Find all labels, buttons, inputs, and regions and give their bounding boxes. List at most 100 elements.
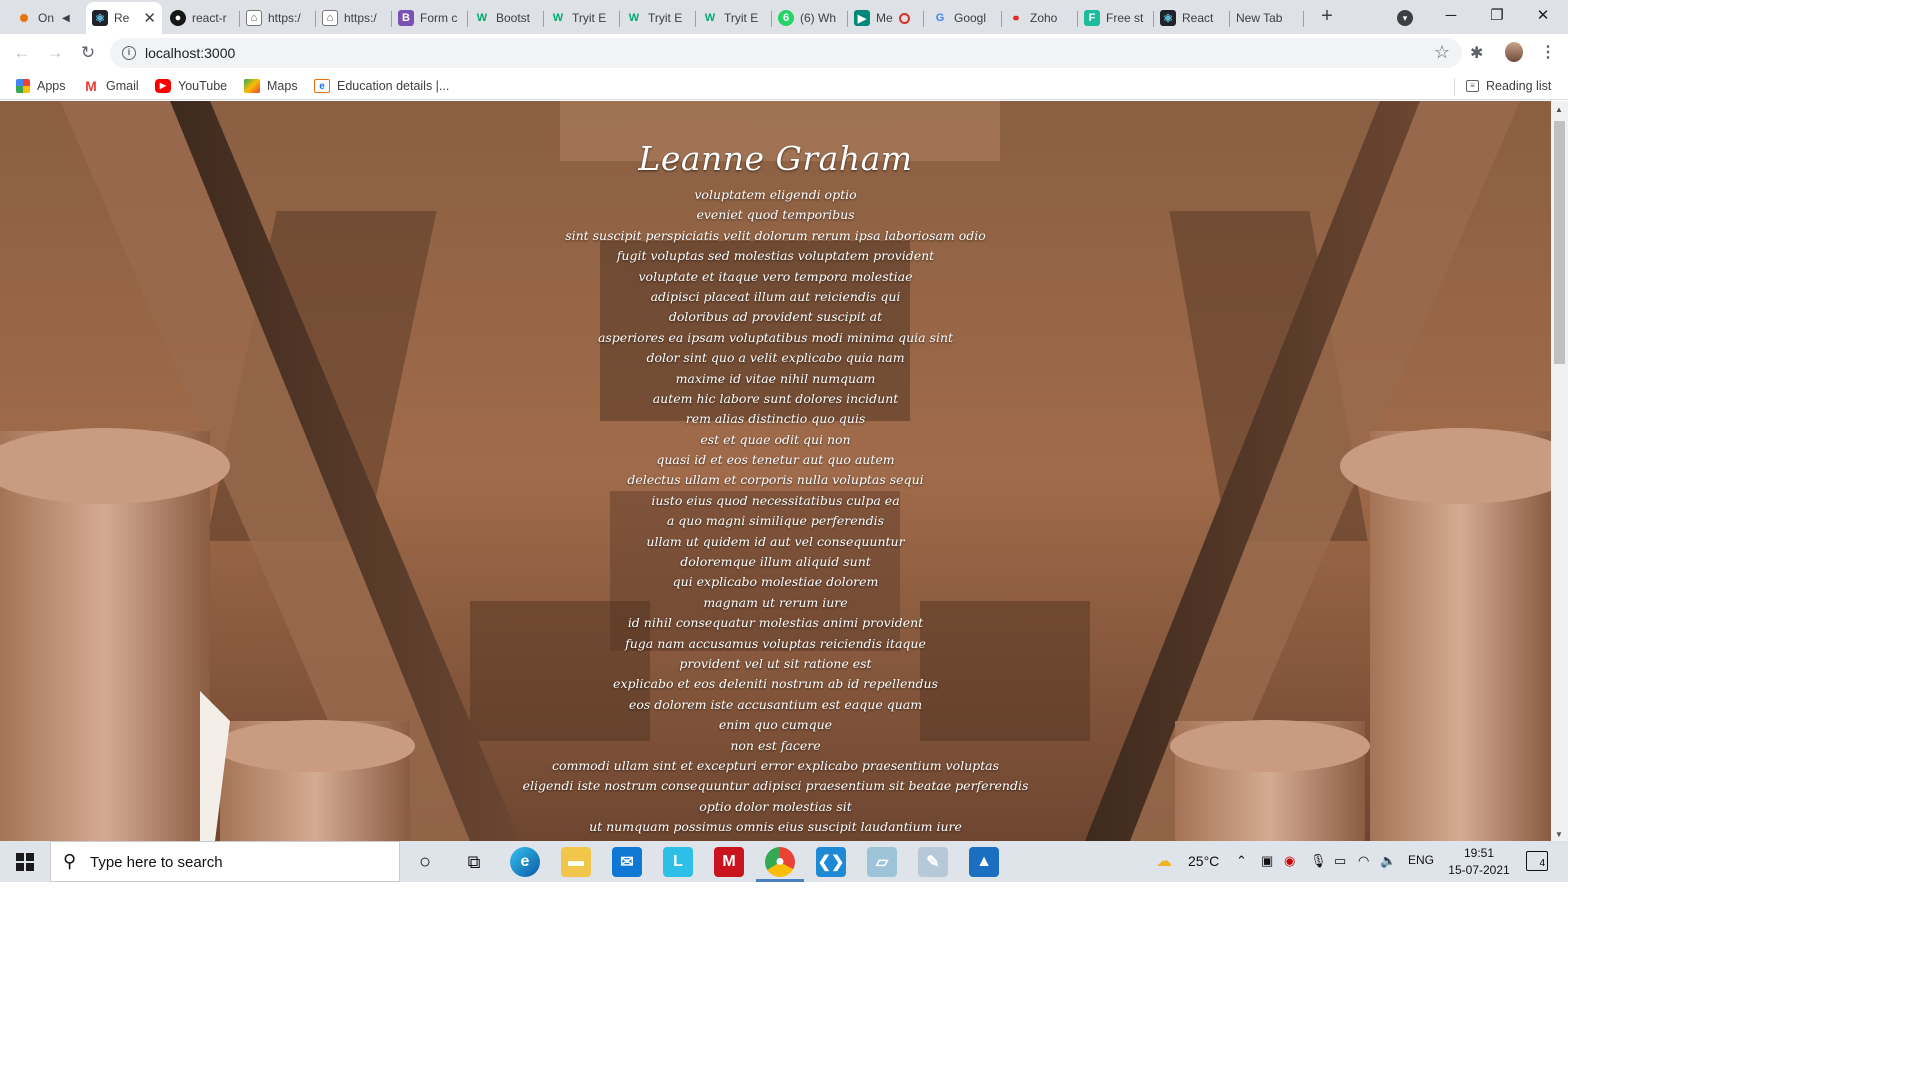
bookmark-youtube[interactable]: ▶ YouTube	[155, 78, 227, 94]
post-title: optio dolor molestias sit	[699, 798, 852, 814]
tab[interactable]: ⌂ https:/	[240, 2, 316, 34]
mcafee-icon[interactable]: M	[714, 847, 744, 877]
bookmark-education[interactable]: e Education details |...	[314, 78, 449, 94]
tab[interactable]: W Tryit E	[620, 2, 696, 34]
weather-icon[interactable]: ☁	[1156, 851, 1172, 871]
tab-label: New Tab	[1236, 11, 1283, 25]
language-indicator[interactable]: ENG	[1408, 853, 1434, 867]
meet-now-icon[interactable]: ▣	[1261, 853, 1273, 869]
scrollbar-thumb[interactable]	[1554, 121, 1565, 364]
post-title: dolor sint quo a velit explicabo quia na…	[646, 350, 905, 366]
mail-icon[interactable]: ✉	[612, 847, 642, 877]
forward-icon[interactable]: →	[45, 43, 65, 63]
photos-icon[interactable]: ▲	[969, 847, 999, 877]
windows-start-icon[interactable]	[16, 853, 34, 871]
tab-label: React	[1182, 11, 1214, 25]
github-icon: ●	[170, 10, 186, 26]
notification-count: 4	[1539, 858, 1545, 869]
page-scrollbar[interactable]: ▲ ▼	[1551, 101, 1568, 841]
close-window-icon[interactable]: ✕	[1520, 4, 1566, 28]
battery-icon[interactable]: ▭	[1334, 853, 1346, 869]
tab[interactable]: W Tryit E	[544, 2, 620, 34]
chrome-icon[interactable]: ●	[765, 847, 795, 877]
post-title: autem hic labore sunt dolores incidunt	[652, 390, 899, 406]
back-icon[interactable]: ←	[12, 43, 32, 63]
temperature[interactable]: 25°C	[1188, 853, 1219, 869]
w3schools-icon: W	[476, 12, 488, 24]
lumion-icon[interactable]: L	[663, 847, 693, 877]
extensions-icon[interactable]: ✱	[1470, 43, 1483, 63]
tab[interactable]: F Free st	[1078, 2, 1154, 34]
taskbar-search-box[interactable]: ⚲ Type here to search	[50, 841, 400, 882]
url-text[interactable]: localhost:3000	[145, 45, 235, 61]
maximize-icon[interactable]: ❐	[1474, 4, 1520, 28]
antivirus-icon[interactable]: ◉	[1284, 853, 1295, 869]
tab[interactable]: ✺ On ◀	[10, 2, 90, 34]
windows-taskbar: ⚲ Type here to search ○ ⧉ e ▬ ✉ L M ● ❮❯…	[0, 841, 1568, 882]
tab-label: https:/	[268, 11, 301, 25]
new-tab-button[interactable]: +	[1316, 5, 1338, 27]
close-tab-icon[interactable]: ✕	[143, 9, 156, 27]
chevron-up-icon[interactable]: ⌃	[1236, 853, 1247, 869]
search-icon: ⚲	[63, 851, 77, 871]
reload-icon[interactable]: ↻	[78, 43, 98, 63]
bookmark-maps[interactable]: Maps	[244, 78, 298, 94]
post-title: qui explicabo molestiae dolorem	[672, 574, 879, 590]
tab[interactable]: New Tab	[1228, 2, 1304, 34]
app-icon[interactable]: ▱	[867, 847, 897, 877]
post-title: enim quo cumque	[718, 717, 833, 733]
post-title: commodi ullam sint et excepturi error ex…	[551, 757, 1000, 773]
bookmark-star-icon[interactable]: ☆	[1434, 42, 1450, 63]
wifi-icon[interactable]: ◠	[1358, 853, 1369, 869]
site-info-icon[interactable]: i	[122, 46, 136, 60]
vscode-icon[interactable]: ❮❯	[816, 847, 846, 877]
microphone-icon[interactable]: 🎙	[1310, 853, 1327, 869]
tab[interactable]: ⚛ React	[1154, 2, 1230, 34]
tab[interactable]: W Bootst	[468, 2, 544, 34]
tab-label: Tryit E	[724, 11, 759, 25]
tab[interactable]: ⌂ https:/	[316, 2, 392, 34]
tab[interactable]: ● react-r	[164, 2, 240, 34]
bookmark-apps[interactable]: Apps	[16, 78, 66, 94]
post-title: quasi id et eos tenetur aut quo autem	[656, 452, 895, 468]
tab-label: Me	[876, 11, 893, 25]
volume-icon[interactable]: 🔈	[1380, 853, 1396, 869]
post-title-list: voluptatem eligendi optio eveniet quod te…	[0, 185, 1551, 838]
apps-grid-icon	[16, 79, 30, 93]
paint-icon[interactable]: ✎	[918, 847, 948, 877]
bookmark-gmail[interactable]: M Gmail	[83, 78, 139, 94]
address-bar[interactable]: i localhost:3000 ☆	[110, 38, 1462, 68]
tab[interactable]: ⚭ Zoho	[1002, 2, 1078, 34]
system-clock[interactable]: 19:51 15-07-2021	[1446, 845, 1512, 879]
scroll-up-icon[interactable]: ▲	[1555, 105, 1563, 114]
profile-avatar[interactable]	[1505, 42, 1523, 62]
menu-icon[interactable]: ⋮	[1540, 42, 1556, 62]
scroll-down-icon[interactable]: ▼	[1555, 830, 1563, 839]
tab-label: https:/	[344, 11, 377, 25]
tab-label: Bootst	[496, 11, 531, 25]
bookmark-label: Gmail	[106, 79, 139, 93]
post-title: sint suscipit perspiciatis velit dolorum…	[565, 227, 986, 243]
tab[interactable]: ▶ Me	[848, 2, 924, 34]
task-view-icon[interactable]: ⧉	[459, 847, 489, 877]
tab-label: (6) Wh	[800, 11, 836, 25]
cortana-icon[interactable]: ○	[410, 847, 440, 877]
clock-date: 15-07-2021	[1448, 863, 1510, 877]
post-title: maxime id vitae nihil numquam	[675, 370, 876, 386]
tab-active[interactable]: ⚛ Re ✕	[86, 2, 162, 34]
tab[interactable]: G Googl	[926, 2, 1002, 34]
tab-search-icon[interactable]: ▾	[1397, 10, 1413, 26]
reading-list-label: Reading list	[1486, 79, 1552, 93]
minimize-icon[interactable]: ─	[1428, 4, 1474, 28]
file-explorer-icon[interactable]: ▬	[561, 847, 591, 877]
tab[interactable]: W Tryit E	[696, 2, 772, 34]
mute-icon[interactable]: ◀	[62, 13, 70, 24]
post-title: explicabo et eos deleniti nostrum ab id …	[613, 676, 938, 692]
tab[interactable]: 6 (6) Wh	[772, 2, 848, 34]
post-title: delectus ullam et corporis nulla volupta…	[627, 472, 924, 488]
reading-list[interactable]: ≡ Reading list	[1466, 78, 1551, 94]
notification-center-icon[interactable]: 4	[1526, 851, 1548, 871]
edge-icon[interactable]: e	[510, 847, 540, 877]
tab[interactable]: B Form c	[392, 2, 468, 34]
post-title: eos dolorem iste accusantium est eaque q…	[628, 696, 923, 712]
